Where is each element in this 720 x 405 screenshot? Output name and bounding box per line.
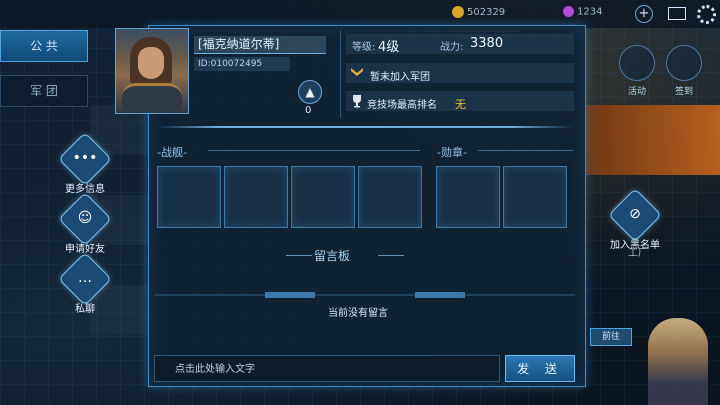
warship-slot[interactable]: [157, 166, 221, 228]
event-banner[interactable]: [585, 105, 720, 175]
top-resource-bar: 502329 + 1234: [0, 0, 720, 28]
rank-chevron-icon: [351, 68, 363, 76]
empty-message-text: 当前没有留言: [328, 308, 388, 319]
power-label: 战力:: [440, 42, 464, 53]
player-name: [福克纳道尔蒂]: [194, 36, 326, 54]
level-value: 4级: [378, 40, 400, 55]
thumbs-up-icon: ▲: [305, 85, 315, 99]
gold-counter: 502329: [452, 6, 505, 18]
add-gems-button[interactable]: +: [635, 5, 653, 23]
tab-legion[interactable]: 军 团: [0, 75, 88, 107]
section-separator: [157, 126, 573, 128]
warships-header: -战舰-: [157, 146, 187, 159]
medals-header-line: [478, 150, 573, 151]
signin-button[interactable]: 签到: [665, 45, 703, 97]
message-input[interactable]: 点击此处输入文字: [154, 355, 500, 382]
warships-header-line: [208, 150, 420, 151]
medals-header: -勋章-: [437, 146, 467, 159]
board-title-line-right: [378, 255, 404, 256]
go-button[interactable]: 前往: [590, 328, 632, 346]
warship-slot[interactable]: [224, 166, 288, 228]
decorative-divider: [155, 292, 575, 298]
avatar-face: [138, 47, 164, 79]
like-button[interactable]: ▲: [298, 80, 322, 104]
message-board-title: 留言板: [314, 249, 351, 263]
medal-slot[interactable]: [436, 166, 500, 228]
activity-button[interactable]: 活动: [618, 45, 656, 97]
power-value: 3380: [470, 36, 504, 51]
board-title-line-left: [286, 255, 312, 256]
warship-slot[interactable]: [358, 166, 422, 228]
gem-counter: 1234: [563, 6, 602, 18]
arena-label: 竞技场最高排名: [367, 100, 437, 111]
guild-status: 暂未加入军团: [370, 72, 430, 83]
settings-gear-icon[interactable]: [697, 5, 716, 24]
divider: [340, 30, 341, 118]
player-id: ID:010072495: [194, 57, 290, 71]
advisor-portrait: [648, 318, 708, 405]
arena-value: 无: [455, 98, 466, 111]
gold-coin-icon: [452, 6, 464, 18]
tab-public[interactable]: 公 共: [0, 30, 88, 62]
activity-icon: [619, 45, 655, 81]
add-friend-button[interactable]: ☺ 申请好友: [50, 192, 120, 255]
more-info-button[interactable]: ••• 更多信息: [50, 132, 120, 195]
warship-slot[interactable]: [291, 166, 355, 228]
like-count: 0: [305, 105, 312, 116]
private-chat-button[interactable]: … 私聊: [50, 252, 120, 315]
trophy-icon: [353, 95, 361, 108]
blacklist-button[interactable]: ⊘ 加入黑名单: [600, 188, 670, 251]
level-label: 等级:: [352, 42, 376, 53]
phone-icon: [666, 45, 702, 81]
avatar-body: [122, 83, 182, 113]
player-avatar: [115, 28, 189, 114]
medal-slot[interactable]: [503, 166, 567, 228]
gem-icon: [563, 6, 574, 17]
mail-icon[interactable]: [668, 7, 686, 20]
send-button[interactable]: 发 送: [505, 355, 575, 382]
